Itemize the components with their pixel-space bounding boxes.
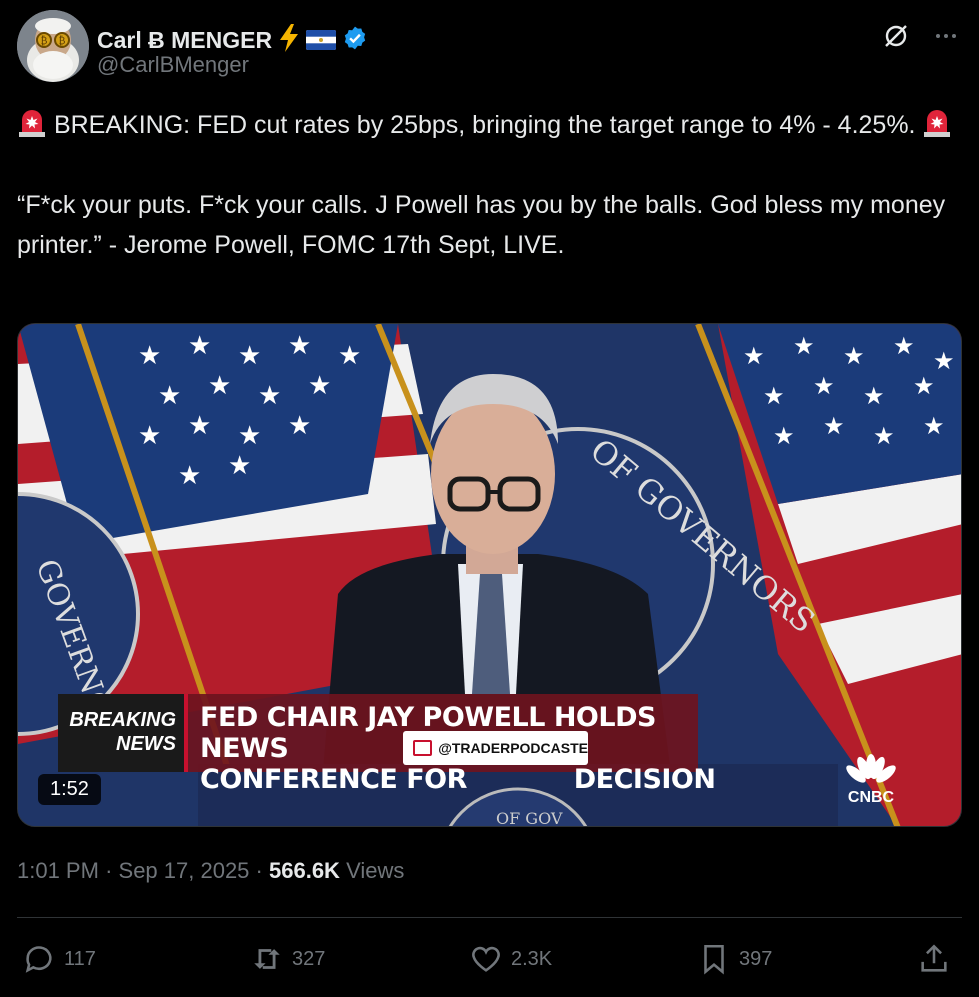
tweet-time[interactable]: 1:01 PM xyxy=(17,858,99,883)
bookmark-button[interactable]: 397 xyxy=(697,938,772,980)
like-button[interactable]: 2.3K xyxy=(469,938,552,980)
share-button[interactable] xyxy=(917,938,951,980)
like-count: 2.3K xyxy=(511,947,553,970)
tweet-actions: 117 327 2.3K 397 xyxy=(17,938,962,980)
svg-text:★: ★ xyxy=(188,331,211,361)
peacock-icon xyxy=(846,754,896,783)
svg-text:★: ★ xyxy=(873,422,895,450)
svg-text:★: ★ xyxy=(743,342,765,370)
svg-text:★: ★ xyxy=(138,341,161,371)
svg-text:★: ★ xyxy=(773,422,795,450)
tweet-date[interactable]: Sep 17, 2025 xyxy=(119,858,250,883)
svg-text:★: ★ xyxy=(308,371,331,401)
svg-text:₿: ₿ xyxy=(59,35,66,47)
svg-text:★: ★ xyxy=(338,341,361,371)
bookmark-count: 397 xyxy=(739,947,773,970)
share-icon xyxy=(921,944,947,972)
repost-icon xyxy=(254,949,280,969)
divider xyxy=(17,917,962,918)
svg-text:★: ★ xyxy=(763,382,785,410)
tweet-body: BREAKING: FED cut rates by 25bps, bringi… xyxy=(17,105,962,265)
tweet-meta: 1:01 PM · Sep 17, 2025 · 566.6K Views xyxy=(17,858,404,884)
breaking-news-tag: BREAKING NEWS xyxy=(58,694,188,772)
siren-icon xyxy=(922,108,952,138)
svg-text:★: ★ xyxy=(188,411,211,441)
svg-text:★: ★ xyxy=(228,451,251,481)
meta-separator: · xyxy=(105,858,113,883)
verified-badge-icon[interactable] xyxy=(342,25,368,56)
tweet-header: ₿ ₿ Carl Ƀ MENGER @CarlBMenger xyxy=(17,10,962,82)
podium-seal-text: OF GOV xyxy=(496,809,563,827)
author-handle[interactable]: @CarlBMenger xyxy=(97,52,249,78)
watermark-badge: @TRADERPODCASTE xyxy=(403,731,588,765)
display-name[interactable]: Carl Ƀ MENGER xyxy=(97,27,272,54)
svg-text:★: ★ xyxy=(793,332,815,360)
repost-button[interactable]: 327 xyxy=(250,938,325,980)
heart-icon xyxy=(472,946,500,972)
svg-text:★: ★ xyxy=(843,342,865,370)
siren-icon xyxy=(17,108,47,138)
svg-text:★: ★ xyxy=(208,371,231,401)
views-label: Views xyxy=(346,858,405,883)
tweet-line-1: BREAKING: FED cut rates by 25bps, bringi… xyxy=(17,105,962,145)
svg-text:₿: ₿ xyxy=(41,35,48,47)
network-logo: CNBC xyxy=(838,754,904,807)
svg-text:★: ★ xyxy=(238,341,261,371)
svg-text:★: ★ xyxy=(863,382,885,410)
svg-text:★: ★ xyxy=(138,421,161,451)
svg-text:★: ★ xyxy=(923,412,945,440)
news-label: NEWS xyxy=(116,733,176,755)
breaking-label: BREAKING xyxy=(69,709,176,731)
reply-icon xyxy=(25,946,52,973)
svg-text:★: ★ xyxy=(178,461,201,491)
svg-text:★: ★ xyxy=(893,332,915,360)
svg-text:★: ★ xyxy=(158,381,181,411)
header-actions xyxy=(880,20,962,52)
video-player[interactable]: ★ ★ ★ ★ ★ ★ ★ ★ ★ ★ ★ ★ ★ ★ ★ ★ ★ ★ ★ ★ ★ ★ ★ ★ ★ ★ ★ ★ GOVER… xyxy=(17,323,962,827)
avatar[interactable]: ₿ ₿ xyxy=(17,10,89,82)
svg-text:★: ★ xyxy=(823,412,845,440)
svg-text:★: ★ xyxy=(913,372,935,400)
svg-text:★: ★ xyxy=(258,381,281,411)
news-chyron: BREAKING NEWS FED CHAIR JAY POWELL HOLDS… xyxy=(58,694,716,795)
reply-count: 117 xyxy=(64,947,96,970)
grok-icon[interactable] xyxy=(880,20,912,52)
svg-text:★: ★ xyxy=(288,411,311,441)
views-count: 566.6K xyxy=(269,858,340,883)
chyron-line-2: CONFERENCE FOR DECISION xyxy=(200,764,716,795)
watermark-text: @TRADERPODCASTE xyxy=(438,740,588,756)
svg-text:★: ★ xyxy=(933,347,955,375)
tweet-quote-text: “F*ck your puts. F*ck your calls. J Powe… xyxy=(17,191,953,259)
more-options-icon[interactable] xyxy=(930,20,962,52)
reply-button[interactable]: 117 xyxy=(22,938,96,980)
network-label: CNBC xyxy=(847,789,895,806)
video-duration: 1:52 xyxy=(38,774,101,805)
svg-text:★: ★ xyxy=(813,372,835,400)
meta-separator: · xyxy=(255,858,263,883)
lightning-icon xyxy=(278,23,300,57)
svg-text:★: ★ xyxy=(238,421,261,451)
watermark-logo-icon xyxy=(413,740,433,756)
tweet-breaking-text: BREAKING: FED cut rates by 25bps, bringi… xyxy=(53,111,916,139)
el-salvador-flag-icon xyxy=(306,30,337,50)
bookmark-icon xyxy=(704,944,724,975)
svg-text:★: ★ xyxy=(288,331,311,361)
repost-count: 327 xyxy=(292,947,326,970)
